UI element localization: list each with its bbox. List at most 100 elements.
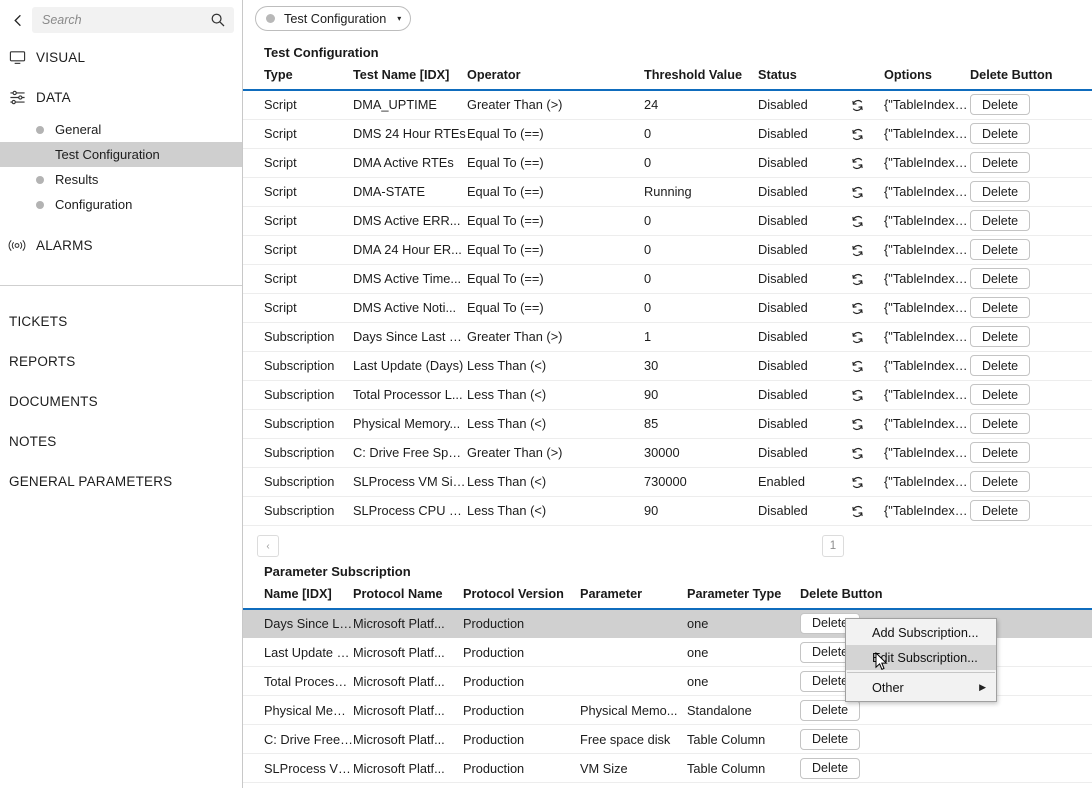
delete-button[interactable]: Delete xyxy=(800,728,861,750)
refresh-icon[interactable] xyxy=(850,504,865,519)
delete-button[interactable]: Delete xyxy=(970,413,1031,434)
refresh-icon-cell[interactable] xyxy=(850,380,884,410)
chevron-down-icon[interactable]: ▾ xyxy=(397,14,401,23)
refresh-icon[interactable] xyxy=(850,388,865,403)
col-delete-button[interactable]: Delete Button xyxy=(800,586,1092,610)
sidebar-item-test-configuration[interactable]: Test Configuration xyxy=(0,142,242,167)
refresh-icon-cell[interactable] xyxy=(850,177,884,207)
refresh-icon-cell[interactable] xyxy=(850,496,884,526)
delete-button[interactable]: Delete xyxy=(970,268,1031,289)
table-row[interactable]: SLProcess VM... Microsoft Platf... Product… xyxy=(243,753,1092,783)
refresh-icon[interactable] xyxy=(850,475,865,490)
sidebar-item-results[interactable]: Results xyxy=(0,167,242,192)
sidebar-item-reports[interactable]: REPORTS xyxy=(0,341,242,381)
sidebar-item-tickets[interactable]: TICKETS xyxy=(0,301,242,341)
table-row[interactable]: Subscription C: Drive Free Space Greater T… xyxy=(243,438,1092,468)
refresh-icon[interactable] xyxy=(850,417,865,432)
table-row[interactable]: Script DMA 24 Hour ER... Equal To (==) 0 Dis… xyxy=(243,235,1092,265)
table-row[interactable]: Script DMS Active Time... Equal To (==) 0 Di… xyxy=(243,264,1092,294)
table-row[interactable]: Subscription SLProcess VM Siz... Less Than… xyxy=(243,467,1092,497)
refresh-icon-cell[interactable] xyxy=(850,235,884,265)
refresh-icon[interactable] xyxy=(850,301,865,316)
sidebar-item-data[interactable]: DATA xyxy=(0,77,242,117)
col-delete-button[interactable]: Delete Button xyxy=(970,68,1092,91)
delete-button[interactable]: Delete xyxy=(970,500,1031,521)
delete-button[interactable]: Delete xyxy=(970,123,1031,144)
refresh-icon-cell[interactable] xyxy=(850,409,884,439)
table-row[interactable]: Subscription Physical Memory... Less Than … xyxy=(243,409,1092,439)
table-row[interactable]: Script DMS 24 Hour RTEs Equal To (==) 0 Disa… xyxy=(243,119,1092,149)
delete-button[interactable]: Delete xyxy=(970,181,1031,202)
search-box[interactable] xyxy=(32,7,234,33)
pagination-prev-button[interactable]: ‹ xyxy=(257,535,279,557)
refresh-icon[interactable] xyxy=(850,272,865,287)
col-operator[interactable]: Operator xyxy=(467,68,644,91)
col-protocol-version[interactable]: Protocol Version xyxy=(463,586,580,610)
sidebar-item-general-parameters[interactable]: GENERAL PARAMETERS xyxy=(0,461,242,501)
delete-button[interactable]: Delete xyxy=(970,384,1031,405)
delete-button[interactable]: Delete xyxy=(970,152,1031,173)
menu-item-add-subscription[interactable]: Add Subscription... xyxy=(846,620,996,645)
delete-button[interactable]: Delete xyxy=(970,239,1031,260)
refresh-icon[interactable] xyxy=(850,98,865,113)
table-row[interactable]: Script DMS Active Noti... Equal To (==) 0 Di… xyxy=(243,293,1092,323)
refresh-icon[interactable] xyxy=(850,446,865,461)
refresh-icon[interactable] xyxy=(850,127,865,142)
sidebar-item-general[interactable]: General xyxy=(0,117,242,142)
table-row[interactable]: C: Drive Free S... Microsoft Platf... Prod… xyxy=(243,724,1092,754)
table-row[interactable]: Script DMA_UPTIME Greater Than (>) 24 Disabl… xyxy=(243,90,1092,120)
delete-button[interactable]: Delete xyxy=(800,757,861,779)
table-row[interactable]: Subscription Total Processor L... Less Tha… xyxy=(243,380,1092,410)
col-status[interactable]: Status xyxy=(758,68,850,91)
refresh-icon-cell[interactable] xyxy=(850,322,884,352)
refresh-icon[interactable] xyxy=(850,214,865,229)
table-row[interactable]: Subscription Days Since Last R... Greater … xyxy=(243,322,1092,352)
chevron-left-icon[interactable] xyxy=(4,6,32,34)
sidebar-item-configuration[interactable]: Configuration xyxy=(0,192,242,217)
delete-button[interactable]: Delete xyxy=(970,442,1031,463)
col-threshold-value[interactable]: Threshold Value xyxy=(644,68,758,91)
col-type[interactable]: Type xyxy=(243,68,353,91)
sidebar-item-alarms[interactable]: ALARMS xyxy=(0,225,242,265)
delete-button[interactable]: Delete xyxy=(970,355,1031,376)
delete-button[interactable]: Delete xyxy=(970,471,1031,492)
col-protocol-name[interactable]: Protocol Name xyxy=(353,586,463,610)
table-row[interactable]: Script DMS Active ERR... Equal To (==) 0 Dis… xyxy=(243,206,1092,236)
sidebar-item-documents[interactable]: DOCUMENTS xyxy=(0,381,242,421)
delete-button[interactable]: Delete xyxy=(970,297,1031,318)
refresh-icon-cell[interactable] xyxy=(850,264,884,294)
delete-button[interactable]: Delete xyxy=(970,326,1031,347)
col-name-idx[interactable]: Name [IDX] xyxy=(243,586,353,610)
delete-button[interactable]: Delete xyxy=(970,94,1031,116)
sidebar-item-notes[interactable]: NOTES xyxy=(0,421,242,461)
refresh-icon-cell[interactable] xyxy=(850,293,884,323)
table-row[interactable]: Subscription Last Update (Days) Less Than … xyxy=(243,351,1092,381)
col-parameter-type[interactable]: Parameter Type xyxy=(687,586,800,610)
view-selector-dropdown[interactable]: Test Configuration ▾ xyxy=(255,6,412,31)
refresh-icon-cell[interactable] xyxy=(850,467,884,497)
table-row[interactable]: Script DMA-STATE Equal To (==) Running Disab… xyxy=(243,177,1092,207)
refresh-icon[interactable] xyxy=(850,243,865,258)
search-input[interactable] xyxy=(42,13,210,27)
col-parameter[interactable]: Parameter xyxy=(580,586,687,610)
refresh-icon-cell[interactable] xyxy=(850,119,884,149)
col-test-name[interactable]: Test Name [IDX] xyxy=(353,68,467,91)
pagination-page-1-button[interactable]: 1 xyxy=(822,535,844,557)
refresh-icon-cell[interactable] xyxy=(850,206,884,236)
refresh-icon-cell[interactable] xyxy=(850,148,884,178)
refresh-icon-cell[interactable] xyxy=(850,438,884,468)
menu-item-other[interactable]: Other ▶ xyxy=(846,675,996,700)
refresh-icon[interactable] xyxy=(850,156,865,171)
table-row[interactable]: Subscription SLProcess CPU %... Less Than … xyxy=(243,496,1092,526)
refresh-icon-cell[interactable] xyxy=(850,351,884,381)
menu-item-edit-subscription[interactable]: Edit Subscription... xyxy=(846,645,996,670)
search-icon[interactable] xyxy=(210,12,226,28)
sidebar-item-visual[interactable]: VISUAL xyxy=(0,37,242,77)
refresh-icon[interactable] xyxy=(850,330,865,345)
table-row[interactable]: Script DMA Active RTEs Equal To (==) 0 Disab… xyxy=(243,148,1092,178)
col-options[interactable]: Options xyxy=(884,68,970,91)
delete-button[interactable]: Delete xyxy=(970,210,1031,231)
refresh-icon[interactable] xyxy=(850,359,865,374)
delete-button[interactable]: Delete xyxy=(800,699,861,721)
refresh-icon-cell[interactable] xyxy=(850,90,884,120)
